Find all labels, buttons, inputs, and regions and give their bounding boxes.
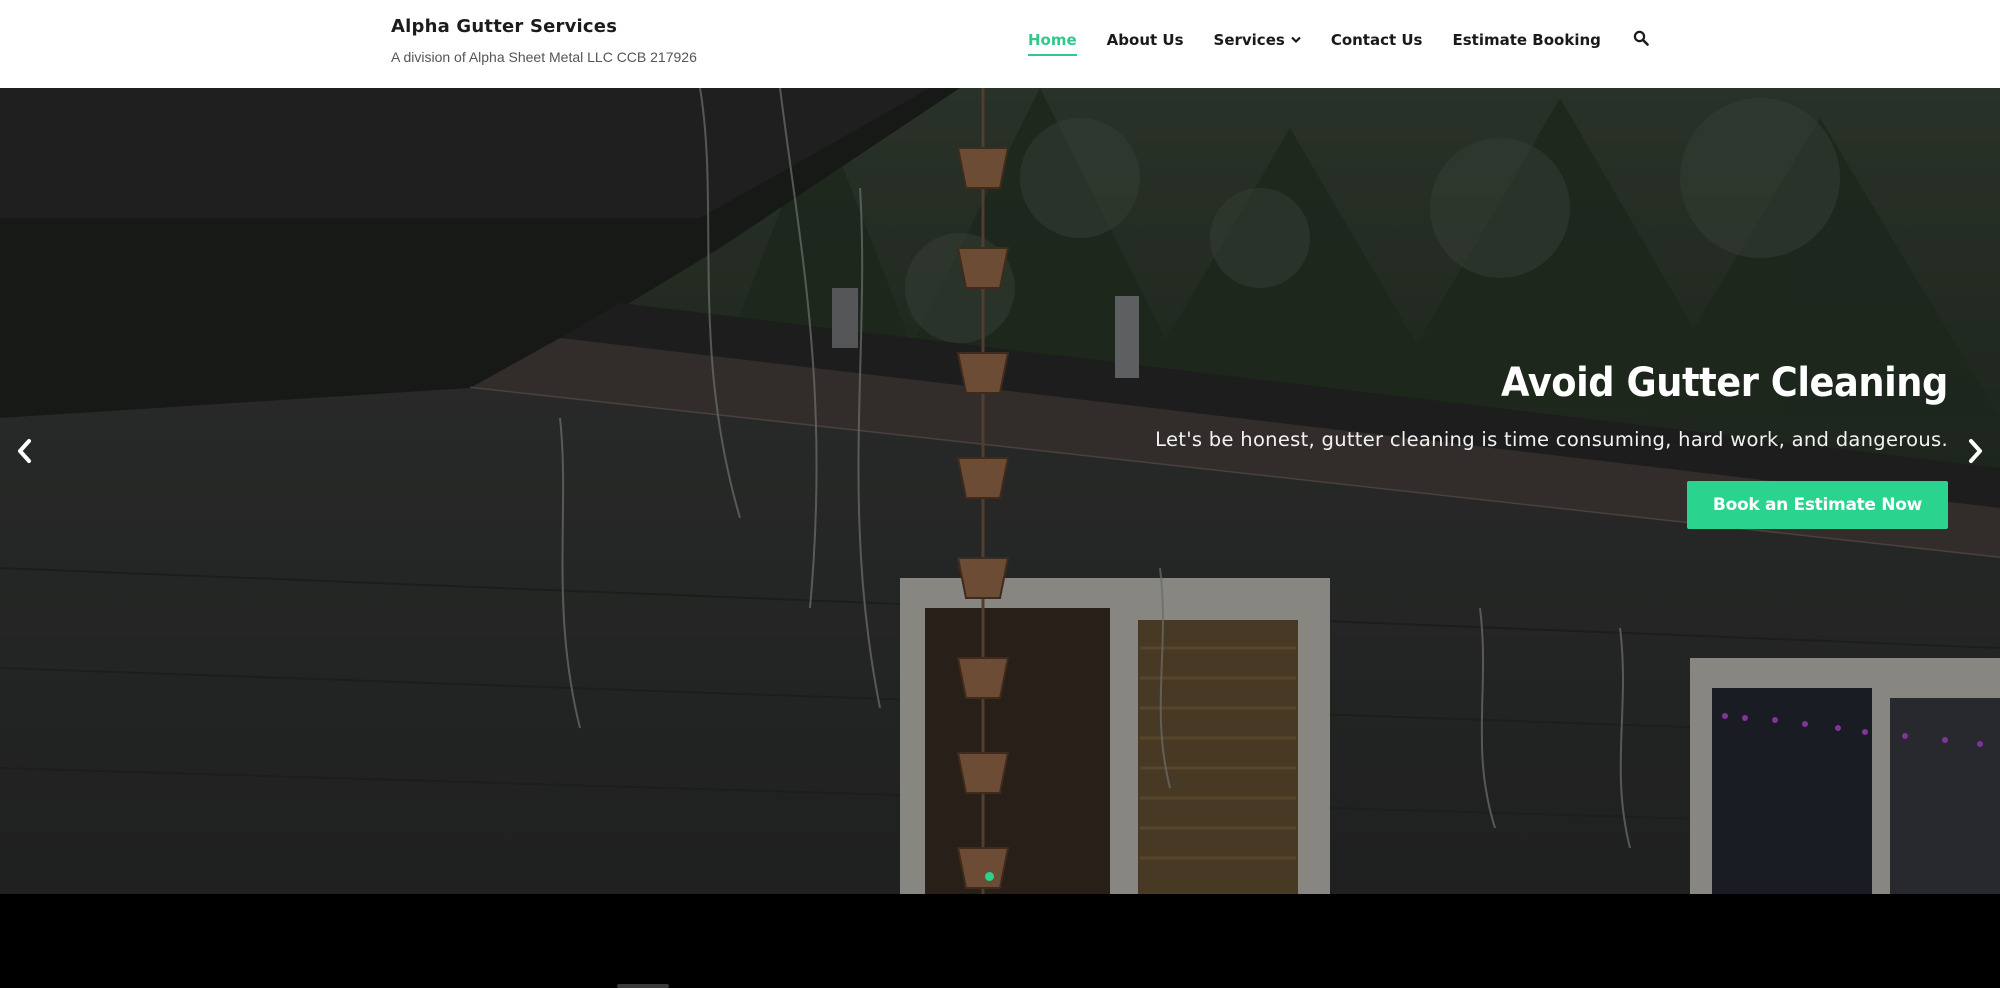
horizontal-scrollbar-thumb[interactable] [617,984,669,988]
nav-item-home[interactable]: Home [1028,31,1077,56]
nav-item-services[interactable]: Services [1214,31,1301,49]
page-bottom-area [0,894,2000,988]
site-tagline: A division of Alpha Sheet Metal LLC CCB … [391,49,697,65]
main-nav: Home About Us Services Contact Us Estima… [1028,30,1653,56]
site-title[interactable]: Alpha Gutter Services [391,16,697,37]
nav-item-about-us[interactable]: About Us [1107,31,1184,49]
slider-dot-active[interactable] [985,872,994,881]
nav-item-estimate-booking[interactable]: Estimate Booking [1453,31,1601,49]
chevron-right-icon[interactable] [1962,434,1988,468]
hero-title: Avoid Gutter Cleaning [1501,360,1948,406]
book-estimate-button[interactable]: Book an Estimate Now [1686,481,1948,529]
hero-slider: Avoid Gutter Cleaning Let's be honest, g… [0,88,2000,894]
chevron-left-icon[interactable] [12,434,38,468]
search-icon[interactable] [1633,30,1653,50]
chevron-down-icon [1291,34,1301,47]
hero-subtitle: Let's be honest, gutter cleaning is time… [1155,428,1948,451]
site-branding: Alpha Gutter Services A division of Alph… [391,16,697,65]
nav-item-contact-us[interactable]: Contact Us [1331,31,1423,49]
site-header: Alpha Gutter Services A division of Alph… [0,0,2000,88]
hero-content: Avoid Gutter Cleaning Let's be honest, g… [1155,360,1948,529]
nav-item-services-label: Services [1213,31,1285,49]
